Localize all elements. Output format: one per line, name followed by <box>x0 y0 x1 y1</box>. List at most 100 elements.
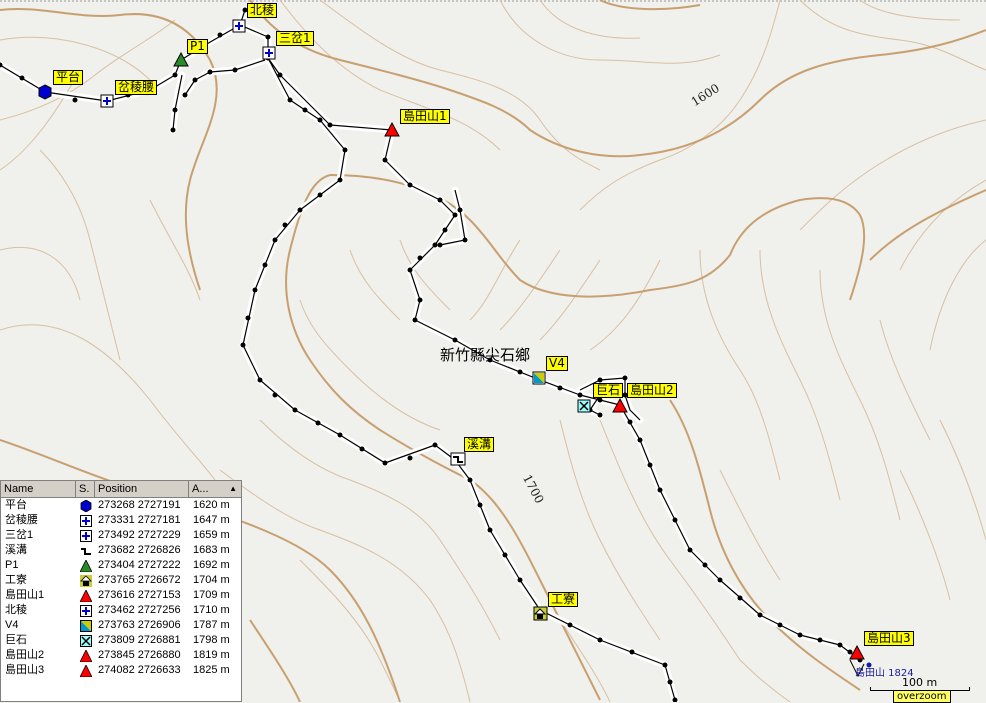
track-point <box>437 197 443 203</box>
boulder-icon <box>76 633 95 648</box>
waypoint-name-cell: 巨石 <box>5 634 27 646</box>
view-icon <box>76 618 95 633</box>
waypoint-position-cell: 273845 2726880 <box>98 649 181 661</box>
track-point <box>172 72 178 78</box>
track-point <box>72 97 78 103</box>
waypoint-position-cell: 273462 2727256 <box>98 604 181 616</box>
track-point <box>627 419 633 425</box>
red-triangle-icon <box>76 663 95 678</box>
track-point <box>265 34 271 40</box>
overzoom-indicator: overzoom <box>893 690 951 703</box>
waypoint-altitude-cell: 1787 m <box>193 619 230 631</box>
track-point <box>287 97 293 103</box>
track-point <box>797 632 803 638</box>
track-point <box>342 147 348 153</box>
column-header-altitude[interactable]: A... ▲ <box>189 481 241 497</box>
track-point <box>217 32 223 38</box>
track-point <box>407 182 413 188</box>
waypoint-position-cell: 273765 2726672 <box>98 574 181 586</box>
track-point <box>19 75 25 81</box>
waypoint-label-junction-ridge[interactable]: 岔稜腰 <box>115 80 158 95</box>
table-row[interactable]: 巨石 273809 2726881 1798 m <box>1 633 241 648</box>
table-row[interactable]: V4 273763 2726906 1787 m <box>1 618 241 633</box>
column-header-symbol[interactable]: S. <box>76 481 95 497</box>
track-point <box>657 487 663 493</box>
track-point <box>240 342 246 348</box>
green-triangle-icon <box>76 558 95 573</box>
track-point <box>170 127 176 133</box>
waypoint-label-doutian2[interactable]: 島田山2 <box>627 383 677 398</box>
track-point <box>252 287 258 293</box>
waypoint-altitude-cell: 1710 m <box>193 604 230 616</box>
table-row[interactable]: 平台 273268 2727191 1620 m <box>1 498 241 513</box>
track-point <box>517 369 523 375</box>
waypoint-label-v4[interactable]: V4 <box>546 356 568 371</box>
track-point <box>315 420 321 426</box>
cross-box-icon <box>76 513 95 528</box>
cross-box-icon <box>76 603 95 618</box>
track-point <box>182 92 188 98</box>
waypoint-label-p1[interactable]: P1 <box>187 39 208 54</box>
column-header-position[interactable]: Position <box>95 481 189 497</box>
hut-icon <box>76 573 95 588</box>
waypoint-label-platform[interactable]: 平台 <box>53 70 84 85</box>
track-point <box>502 552 508 558</box>
waypoint-label-boulder[interactable]: 巨石 <box>593 383 624 398</box>
track-point <box>817 637 823 643</box>
track-point <box>297 207 303 213</box>
waypoint-label-sancha1[interactable]: 三岔1 <box>276 31 314 46</box>
track-point <box>192 77 198 83</box>
stream-icon <box>76 543 95 558</box>
table-row[interactable]: 島田山1 273616 2727153 1709 m <box>1 588 241 603</box>
waypoint-name-cell: 北稜 <box>5 604 27 616</box>
red-triangle-icon <box>76 648 95 663</box>
waypoint-label-north-ridge[interactable]: 北稜 <box>247 3 278 18</box>
track-point <box>232 67 238 73</box>
waypoint-altitude-cell: 1709 m <box>193 589 230 601</box>
track-point <box>597 397 603 403</box>
track-point <box>382 460 388 466</box>
waypoint-name-cell: 島田山2 <box>5 649 45 661</box>
column-header-altitude-label: A... <box>192 483 209 495</box>
waypoint-name-cell: 岔稜腰 <box>5 514 38 526</box>
sort-triangle-icon: ▲ <box>229 484 237 493</box>
waypoint-name-cell: P1 <box>5 559 19 571</box>
track-point <box>477 502 483 508</box>
track-point <box>662 662 668 668</box>
table-body: 平台 273268 2727191 1620 m 岔稜腰 273331 2727181 1… <box>1 498 241 678</box>
table-row[interactable]: 工寮 273765 2726672 1704 m <box>1 573 241 588</box>
track-point <box>577 392 583 398</box>
column-header-name[interactable]: Name <box>1 481 76 497</box>
waypoint-altitude-cell: 1704 m <box>193 574 230 586</box>
table-row[interactable]: 北稜 273462 2727256 1710 m <box>1 603 241 618</box>
waypoint-table[interactable]: Name S. Position A... ▲ 平台 273268 2727191… <box>0 480 242 702</box>
track-point <box>687 547 693 553</box>
hexagon-blue-icon <box>76 498 95 513</box>
table-row[interactable]: 岔稜腰 273331 2727181 1647 m <box>1 513 241 528</box>
track-point <box>407 455 413 461</box>
waypoint-label-doutian3[interactable]: 島田山3 <box>864 631 914 646</box>
track-point <box>737 595 743 601</box>
table-row[interactable]: 三岔1 273492 2727229 1659 m <box>1 528 241 543</box>
track-point <box>847 649 853 655</box>
waypoint-name-cell: 溪溝 <box>5 544 27 556</box>
waypoint-altitude-cell: 1825 m <box>193 664 230 676</box>
waypoint-label-worker-hut[interactable]: 工寮 <box>548 592 579 607</box>
table-row[interactable]: 島田山2 273845 2726880 1819 m <box>1 648 241 663</box>
track-point <box>629 649 635 655</box>
table-row[interactable]: 溪溝 273682 2726826 1683 m <box>1 543 241 558</box>
waypoint-label-stream[interactable]: 溪溝 <box>464 437 495 452</box>
track-point <box>437 242 443 248</box>
track-point <box>327 122 333 128</box>
waypoint-altitude-cell: 1798 m <box>193 634 230 646</box>
track-point <box>597 637 603 643</box>
track-point <box>837 642 843 648</box>
platform-marker-icon[interactable] <box>38 84 52 100</box>
track-point <box>777 622 783 628</box>
table-row[interactable]: P1 273404 2727222 1692 m <box>1 558 241 573</box>
track-point <box>359 446 365 452</box>
track-point <box>272 392 278 398</box>
waypoint-label-doutian1[interactable]: 島田山1 <box>400 109 450 124</box>
track-point <box>407 267 413 273</box>
table-row[interactable]: 島田山3 274082 2726633 1825 m <box>1 663 241 678</box>
